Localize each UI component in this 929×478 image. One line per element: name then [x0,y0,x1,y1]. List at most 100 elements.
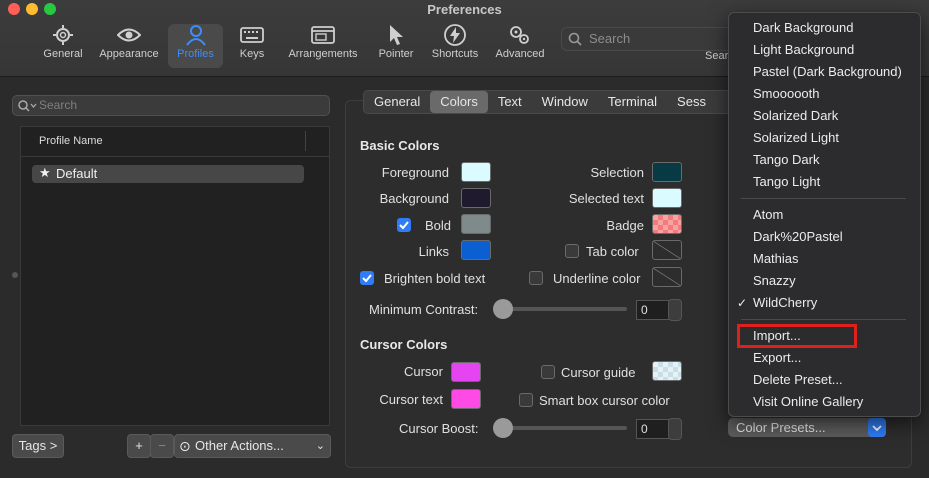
ellipsis-circle-icon: ⊙ [179,438,191,454]
menu-item-tango-light[interactable]: Tango Light [753,174,820,189]
tab-color-checkbox[interactable] [565,244,579,258]
toolbar-search-field[interactable]: Search [561,27,743,51]
tab-color-well[interactable] [652,240,682,260]
menu-item-atom[interactable]: Atom [753,207,783,222]
gears-icon [510,26,529,44]
brighten-bold-checkbox[interactable] [360,271,374,285]
underline-color-checkbox[interactable] [529,271,543,285]
menu-item-mathias[interactable]: Mathias [753,251,799,266]
toolbar-search-placeholder: Search [589,31,631,46]
tab-session[interactable]: Sess [667,91,716,113]
color-presets-menu: Dark Background Light Background Pastel … [728,12,921,417]
profile-search-field[interactable]: Search [12,95,330,116]
menu-item-tango-dark[interactable]: Tango Dark [753,152,819,167]
cursor-boost-stepper[interactable] [668,418,682,440]
menu-item-solarized-light[interactable]: Solarized Light [753,130,839,145]
menu-item-dark-pastel[interactable]: Dark%20Pastel [753,229,843,244]
tab-text[interactable]: Text [488,91,532,113]
menu-item-light-background[interactable]: Light Background [753,42,854,57]
toolbar-shortcuts[interactable]: Shortcuts [428,24,482,68]
toolbar-appearance[interactable]: Appearance [96,24,162,68]
pointer-icon [390,25,403,45]
minimum-contrast-stepper[interactable] [668,299,682,321]
toolbar-pointer[interactable]: Pointer [374,24,418,68]
minimum-contrast-slider[interactable] [497,307,627,311]
links-color-well[interactable] [461,240,491,260]
gear-icon [53,25,73,45]
search-icon [568,32,582,46]
menu-item-snazzy[interactable]: Snazzy [753,273,796,288]
cursor-color-well[interactable] [451,362,481,382]
underline-color-well[interactable] [652,267,682,287]
person-icon [185,25,206,46]
other-actions-popup[interactable]: ⊙ Other Actions... ⌄ [174,434,331,458]
checkmark-icon: ✓ [737,296,748,310]
menu-item-delete-preset[interactable]: Delete Preset... [753,372,843,387]
badge-color-well[interactable] [652,214,682,234]
brighten-bold-label: Brighten bold text [384,271,486,286]
menu-item-pastel-dark[interactable]: Pastel (Dark Background) [753,64,902,79]
cursor-guide-label: Cursor guide [561,365,636,380]
foreground-label: Foreground [381,165,449,180]
badge-label: Badge [606,218,644,233]
toolbar-keys[interactable]: Keys [232,24,272,68]
profile-list[interactable]: Profile Name ★ Default [20,126,330,426]
selection-label: Selection [590,165,644,180]
cursor-text-color-well[interactable] [451,389,481,409]
smart-box-cursor-checkbox[interactable] [519,393,533,407]
selection-color-well[interactable] [652,162,682,182]
tab-window[interactable]: Window [532,91,598,113]
toolbar-arrangements-label: Arrangements [288,48,358,60]
split-view-handle[interactable] [12,272,18,278]
menu-item-export[interactable]: Export... [753,350,801,365]
minimum-contrast-knob[interactable] [493,299,513,319]
star-icon: ★ [39,165,51,180]
menu-item-smoooooth[interactable]: Smoooooth [753,86,820,101]
cursor-boost-knob[interactable] [493,418,513,438]
checkmark-icon [362,274,372,283]
color-presets-popup[interactable]: Color Presets... [728,418,886,437]
tab-colors[interactable]: Colors [430,91,488,113]
toolbar-advanced[interactable]: Advanced [492,24,548,68]
profile-list-header[interactable]: Profile Name [21,127,329,157]
cursor-text-label: Cursor text [379,392,443,407]
cursor-boost-label: Cursor Boost: [399,421,479,436]
bold-color-well[interactable] [461,214,491,234]
tab-color-label: Tab color [586,244,639,259]
toolbar-general[interactable]: General [38,24,88,68]
remove-profile-button[interactable]: − [150,434,174,458]
menu-item-visit-online-gallery[interactable]: Visit Online Gallery [753,394,863,409]
menu-item-dark-background[interactable]: Dark Background [753,20,853,35]
tags-button[interactable]: Tags > [12,434,64,458]
tab-terminal[interactable]: Terminal [598,91,667,113]
profile-row-label: Default [56,166,98,181]
menu-item-wildcherry[interactable]: WildCherry [753,295,817,310]
chevron-down-icon: ⌄ [315,440,325,452]
cursor-guide-checkbox[interactable] [541,365,555,379]
checkmark-icon [399,221,409,230]
selected-text-color-well[interactable] [652,188,682,208]
foreground-color-well[interactable] [461,162,491,182]
smart-box-cursor-label: Smart box cursor color [539,393,670,408]
add-profile-button[interactable]: + [127,434,151,458]
color-presets-label: Color Presets... [736,420,826,435]
cursor-guide-color-well[interactable] [652,361,682,381]
toolbar-search-label: Sear [705,50,729,62]
import-highlight-box [737,324,857,348]
cursor-boost-slider[interactable] [497,426,627,430]
bold-checkbox[interactable] [397,218,411,232]
menu-separator [741,198,906,199]
menu-item-solarized-dark[interactable]: Solarized Dark [753,108,838,123]
minimum-contrast-value[interactable]: 0 [636,300,670,320]
keyboard-icon [240,27,264,43]
background-color-well[interactable] [461,188,491,208]
toolbar-arrangements[interactable]: Arrangements [284,24,362,68]
links-label: Links [418,244,449,259]
toolbar-advanced-label: Advanced [495,48,545,60]
tab-general[interactable]: General [364,91,430,113]
toolbar-profiles-label: Profiles [177,48,214,60]
cursor-boost-value[interactable]: 0 [636,419,670,439]
toolbar-profiles[interactable]: Profiles [168,24,223,68]
profile-row-default[interactable]: ★ Default [32,165,304,183]
minimum-contrast-label: Minimum Contrast: [369,302,479,317]
